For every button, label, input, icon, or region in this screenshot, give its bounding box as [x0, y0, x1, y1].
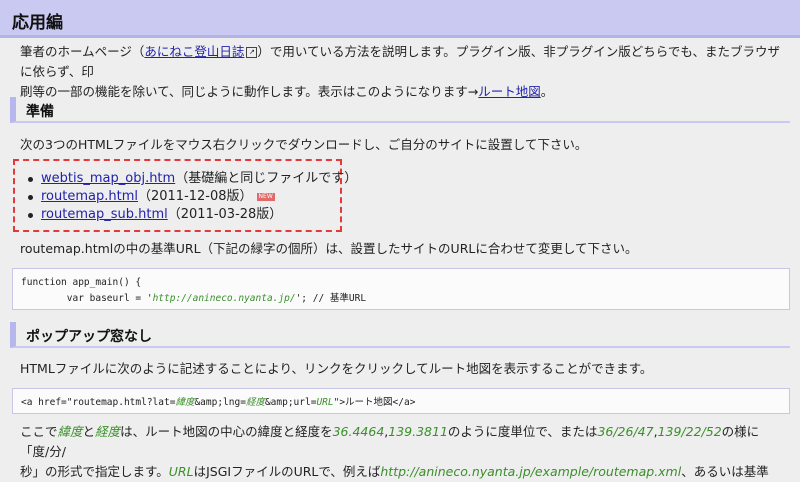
section-heading-prep: 準備: [10, 97, 790, 123]
list-item: webtis_map_obj.htm（基礎編と同じファイルです）: [25, 170, 357, 188]
new-badge: NEW: [256, 192, 275, 201]
intro-paragraph: 筆者のホームページ（あにねこ登山日誌 ↗ ）で用いている方法を説明します。プラグイン…: [20, 44, 781, 99]
file-link-routemap[interactable]: routemap.html: [41, 189, 138, 204]
homepage-link[interactable]: あにねこ登山日誌: [144, 44, 244, 59]
file-link-webtis-map-obj[interactable]: webtis_map_obj.htm: [41, 171, 175, 186]
code-block-baseurl: function app_main() { var baseurl = 'htt…: [12, 268, 790, 310]
main-heading: 応用編: [12, 13, 63, 33]
external-link-icon: ↗: [246, 47, 258, 58]
list-item: routemap.html（2011-12-08版） NEW: [25, 188, 357, 206]
code-block-link: <a href="routemap.html?lat=緯度&amp;lng=経度…: [12, 388, 790, 414]
main-heading-bar: 応用編: [0, 0, 800, 38]
no-popup-description: HTMLファイルに次のように記述することにより、リンクをクリックしてルート地図を…: [20, 361, 653, 376]
prep-description: 次の3つのHTMLファイルをマウス右クリックでダウンロードし、ご自分のサイトに設…: [20, 137, 588, 152]
list-item: routemap_sub.html（2011-03-28版）: [25, 206, 357, 224]
download-file-list: webtis_map_obj.htm（基礎編と同じファイルです） routema…: [25, 170, 357, 224]
section-heading-no-popup: ポップアップ窓なし: [10, 322, 790, 348]
example-url: http://anineco.nyanta.jp/example/routema…: [380, 464, 682, 479]
baseurl-instruction: routemap.htmlの中の基準URL（下記の緑字の個所）は、設置したサイト…: [20, 241, 638, 256]
baseurl-value: http://anineco.nyanta.jp/: [152, 293, 296, 304]
page: 応用編 筆者のホームページ（あにねこ登山日誌 ↗ ）で用いている方法を説明します。プ…: [0, 0, 800, 479]
download-files-box: webtis_map_obj.htm（基礎編と同じファイルです） routema…: [13, 159, 357, 232]
file-link-routemap-sub[interactable]: routemap_sub.html: [41, 207, 168, 222]
lat-lng-explanation: ここで緯度と経度は、ルート地図の中心の緯度と経度を36.4464,139.381…: [20, 424, 769, 479]
